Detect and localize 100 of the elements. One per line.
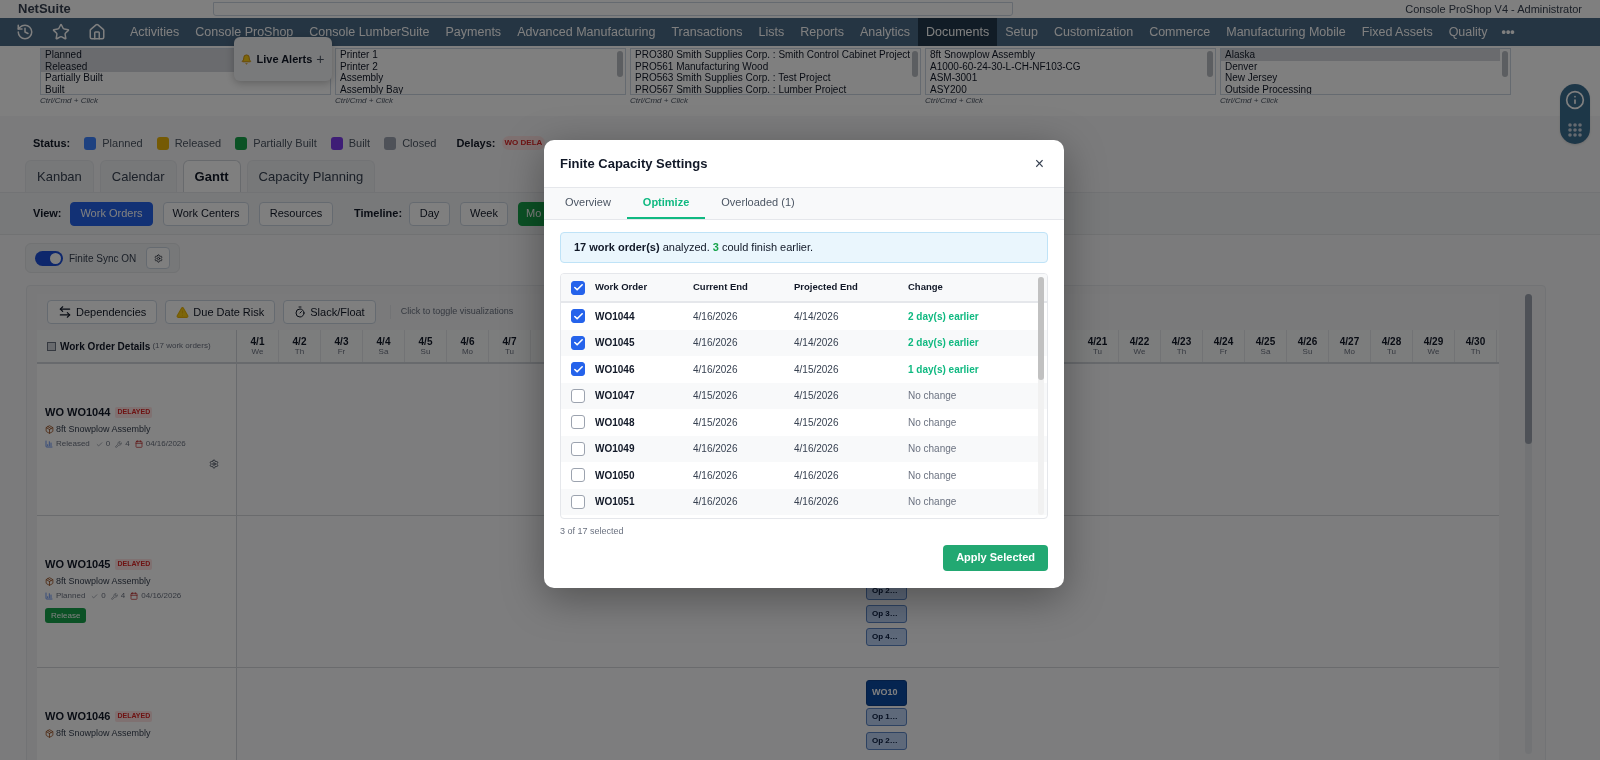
- nav-item[interactable]: Transactions: [663, 18, 751, 46]
- grid-dots-icon[interactable]: [1567, 122, 1583, 138]
- list-option[interactable]: New Jersey: [1221, 72, 1500, 84]
- checkbox[interactable]: [571, 441, 585, 456]
- toolbar-hint: Click to toggle visualizations: [389, 305, 514, 319]
- live-alerts-popup[interactable]: Live Alerts +: [234, 37, 332, 81]
- release-button[interactable]: Release: [45, 608, 87, 623]
- chart-icon: [45, 592, 53, 600]
- scrollbar-thumb[interactable]: [1207, 51, 1213, 77]
- nav-item[interactable]: Analytics: [852, 18, 918, 46]
- timeline-option-button[interactable]: Week: [460, 201, 508, 226]
- list-option[interactable]: PRO563 Smith Supplies Corp. : Test Project: [631, 72, 910, 84]
- settings-icon[interactable]: [209, 459, 219, 469]
- timeline-option-button[interactable]: Day: [409, 201, 450, 226]
- close-button[interactable]: ×: [1034, 155, 1048, 172]
- scrollbar-thumb[interactable]: [1525, 294, 1532, 444]
- apply-selected-button[interactable]: Apply Selected: [943, 544, 1048, 571]
- view-option-button[interactable]: Work Centers: [163, 201, 249, 226]
- list-option[interactable]: Assembly Bay: [336, 83, 615, 94]
- nav-item[interactable]: Payments: [437, 18, 510, 46]
- nav-item[interactable]: Fixed Assets: [1353, 18, 1441, 46]
- view-option-button[interactable]: Resources: [259, 201, 333, 226]
- scrollbar-thumb[interactable]: [617, 51, 623, 77]
- list-option[interactable]: Built: [41, 83, 320, 94]
- column-header: Projected End: [794, 280, 859, 295]
- checkbox[interactable]: [571, 388, 585, 403]
- date-column-header: 4/24 Fr: [1203, 330, 1245, 362]
- dialog-title: Finite Capacity Settings: [560, 154, 708, 173]
- work-order-cell-text: WO1044: [595, 309, 636, 324]
- checkbox[interactable]: [571, 468, 585, 483]
- list-option[interactable]: Denver: [1221, 60, 1500, 72]
- list-option[interactable]: PRO380 Smith Supplies Corp. : Smith Control Cabinet Project: [631, 49, 910, 61]
- operation-bar[interactable]: Op 3…: [866, 605, 907, 623]
- multi-select-list[interactable]: PRO380 Smith Supplies Corp. : Smith Control Cabinet Project PRO561 Manufacturing Wood PRO563 Smith Supplies Corp. : Test Project PRO567 Smith Supplies Corp. : Lumber Project: [630, 48, 921, 95]
- nav-item[interactable]: Lists: [750, 18, 793, 46]
- list-option[interactable]: A1000-60-24-30-L-CH-NF103-CG: [926, 60, 1205, 72]
- nav-item[interactable]: Activities: [122, 18, 188, 46]
- list-option[interactable]: ASY200: [926, 83, 1205, 94]
- visualization-toggle-button[interactable]: Slack/Float: [283, 300, 376, 324]
- dialog-tab[interactable]: Optimize: [626, 188, 706, 219]
- column-header: Current End: [693, 280, 749, 295]
- checkbox[interactable]: [571, 494, 585, 509]
- visualization-toggle-button[interactable]: Dependencies: [47, 300, 158, 324]
- nav-item[interactable]: Setup: [997, 18, 1046, 46]
- checkbox[interactable]: [571, 415, 585, 430]
- work-order-bar[interactable]: WO10: [866, 680, 907, 706]
- scrollbar-thumb[interactable]: [1502, 51, 1508, 77]
- history-icon[interactable]: [16, 23, 34, 41]
- list-option[interactable]: Printer 2: [336, 60, 615, 72]
- list-option[interactable]: Printer 1: [336, 49, 615, 61]
- list-option[interactable]: PRO567 Smith Supplies Corp. : Lumber Project: [631, 83, 910, 94]
- nav-item[interactable]: Advanced Manufacturing: [509, 18, 664, 46]
- toggle-switch[interactable]: [35, 250, 63, 266]
- operation-bar[interactable]: Op 2…: [866, 732, 907, 750]
- summary-message: 17 work order(s) analyzed. 3 could finish earlier.: [560, 232, 1048, 263]
- multi-select-list[interactable]: Printer 1 Printer 2 Assembly Assembly Bay: [335, 48, 626, 95]
- checkbox[interactable]: [571, 280, 585, 295]
- checkbox[interactable]: [571, 362, 585, 377]
- list-option[interactable]: Outside Processing: [1221, 83, 1500, 94]
- nav-item[interactable]: Reports: [792, 18, 852, 46]
- view-option-button[interactable]: Work Orders: [70, 201, 153, 226]
- delays-label: Delays:: [456, 135, 496, 151]
- multi-select-list[interactable]: Alaska Denver New Jersey Outside Processing: [1220, 48, 1511, 95]
- checkbox[interactable]: [571, 335, 585, 350]
- checkbox[interactable]: [571, 309, 585, 324]
- settings-button[interactable]: [146, 247, 171, 269]
- current-end-cell-text: 4/16/2026: [693, 362, 739, 377]
- view-tab[interactable]: Calendar: [99, 160, 177, 192]
- nav-item[interactable]: Customization: [1045, 18, 1142, 46]
- view-tab[interactable]: Capacity Planning: [246, 160, 376, 192]
- star-icon[interactable]: [52, 23, 70, 41]
- current-end-cell-text: 4/15/2026: [693, 415, 739, 430]
- scrollbar-thumb[interactable]: [912, 51, 918, 77]
- work-order-cell-text: WO1048: [595, 415, 636, 430]
- nav-item[interactable]: Documents: [918, 18, 998, 46]
- multi-select-list[interactable]: 8ft Snowplow Assembly A1000-60-24-30-L-CH-NF103-CG ASM-3001 ASY200: [925, 48, 1216, 95]
- hint-text: Ctrl/Cmd + Click: [40, 96, 99, 106]
- list-option[interactable]: Assembly: [336, 72, 615, 84]
- list-option[interactable]: Alaska: [1221, 49, 1500, 61]
- list-option[interactable]: PRO561 Manufacturing Wood: [631, 60, 910, 72]
- operation-count: 4: [120, 590, 126, 602]
- view-tab[interactable]: Gantt: [182, 160, 241, 192]
- more-menu[interactable]: •••: [1495, 18, 1521, 46]
- view-tab[interactable]: Kanban: [25, 160, 94, 192]
- nav-item[interactable]: Quality: [1440, 18, 1496, 46]
- current-end-cell-text: 4/16/2026: [693, 309, 739, 324]
- search-field[interactable]: [213, 2, 1013, 16]
- visualization-toggle-button[interactable]: Due Date Risk: [165, 300, 276, 324]
- list-option[interactable]: 8ft Snowplow Assembly: [926, 49, 1205, 61]
- select-all-checkbox[interactable]: [47, 341, 56, 351]
- home-icon[interactable]: [88, 23, 106, 41]
- nav-item[interactable]: Manufacturing Mobile: [1218, 18, 1354, 46]
- nav-item[interactable]: Commerce: [1141, 18, 1219, 46]
- info-icon[interactable]: [1565, 90, 1585, 110]
- dialog-tab[interactable]: Overloaded (1): [705, 188, 811, 219]
- list-option[interactable]: ASM-3001: [926, 72, 1205, 84]
- operation-bar[interactable]: Op 4…: [866, 628, 907, 646]
- operation-bar[interactable]: Op 1…: [866, 708, 907, 726]
- scrollbar-thumb[interactable]: [1038, 277, 1044, 380]
- calendar-icon: [130, 592, 139, 600]
